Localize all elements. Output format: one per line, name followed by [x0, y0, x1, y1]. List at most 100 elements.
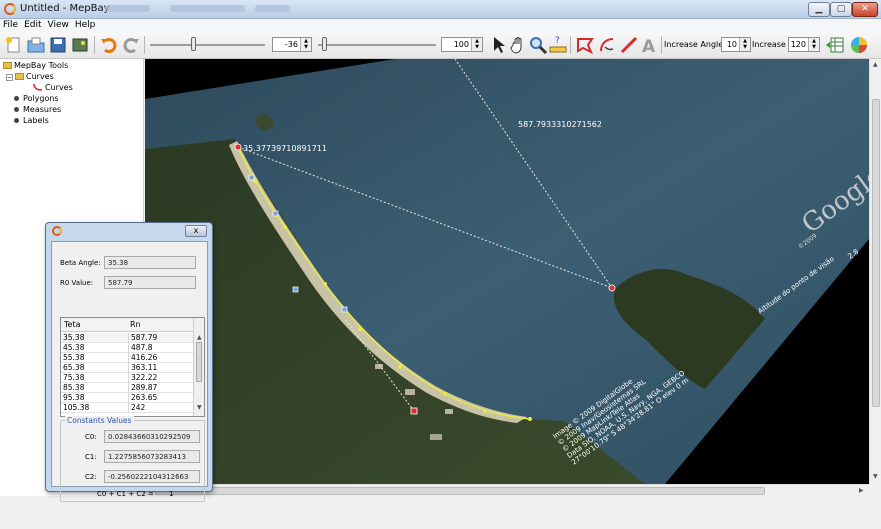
- map-vertical-scrollbar[interactable]: ▲ ▼: [869, 59, 881, 484]
- save-image-icon[interactable]: [70, 35, 90, 55]
- scrollbar-thumb[interactable]: [196, 342, 202, 382]
- scrollbar-thumb[interactable]: [872, 99, 880, 407]
- zoom-slider-track[interactable]: [318, 44, 436, 46]
- tree-item-curves[interactable]: Curves: [33, 83, 73, 92]
- scroll-down-icon[interactable]: ▼: [197, 404, 202, 411]
- table-row[interactable]: 75.38 322.22: [61, 373, 194, 383]
- cell-teta: 105.38: [63, 403, 90, 412]
- dialog-title-bar[interactable]: x: [46, 223, 212, 240]
- pointer-icon[interactable]: [488, 35, 508, 55]
- tree-node-curves-folder[interactable]: − Curves: [6, 72, 54, 81]
- stepper-arrows[interactable]: ▲ ▼: [808, 38, 819, 51]
- redo-icon[interactable]: [121, 35, 141, 55]
- menu-help[interactable]: Help: [72, 19, 99, 32]
- table-row[interactable]: 95.38 263.65: [61, 393, 194, 403]
- toolbar-separator: [144, 36, 145, 54]
- table-row[interactable]: 105.38 242: [61, 403, 194, 413]
- scroll-up-icon[interactable]: ▲: [197, 334, 202, 341]
- menu-view[interactable]: View: [45, 19, 72, 32]
- measure-ruler-icon[interactable]: ?: [548, 35, 568, 55]
- scroll-right-icon[interactable]: ▶: [859, 487, 864, 494]
- menu-file[interactable]: File: [0, 19, 21, 32]
- reference-point-marker[interactable]: [410, 407, 418, 415]
- curve-vertex[interactable]: [283, 225, 287, 229]
- zoom-magnifier-icon[interactable]: [528, 35, 548, 55]
- table-row[interactable]: 35.38 587.79: [61, 333, 194, 343]
- angle-stepper[interactable]: -36 ▲ ▼: [272, 37, 312, 52]
- curve-vertex[interactable]: [443, 392, 447, 396]
- stepper-arrows[interactable]: ▲ ▼: [471, 38, 482, 51]
- blurred-title-text: [105, 5, 150, 12]
- table-row[interactable]: 65.38 363.11: [61, 363, 194, 373]
- angle-slider-thumb[interactable]: [191, 37, 196, 51]
- c1-field: 1.2275856073283413: [104, 450, 200, 463]
- curve-vertex[interactable]: [323, 282, 327, 286]
- control-handle[interactable]: [248, 174, 255, 181]
- curve-vertex[interactable]: [398, 365, 402, 369]
- line-tool-icon[interactable]: [619, 35, 639, 55]
- tree-item-measures[interactable]: Measures: [14, 105, 61, 114]
- pan-hand-icon[interactable]: [508, 35, 528, 55]
- undo-icon[interactable]: [99, 35, 119, 55]
- collapse-toggle-icon[interactable]: −: [6, 74, 13, 81]
- color-picker-icon[interactable]: [849, 35, 869, 55]
- window-title: Untitled - MepBay: [20, 3, 110, 14]
- zoom-slider-thumb[interactable]: [322, 37, 327, 51]
- zoom-stepper[interactable]: 100 ▲ ▼: [441, 37, 483, 52]
- angle-slider-track[interactable]: [150, 44, 265, 46]
- folder-icon: [3, 62, 12, 69]
- control-handle[interactable]: [272, 210, 279, 217]
- curve-tool-icon[interactable]: [597, 35, 617, 55]
- blurred-title-text: [170, 5, 245, 12]
- menu-edit[interactable]: Edit: [21, 19, 44, 32]
- scroll-up-icon[interactable]: ▲: [873, 61, 878, 68]
- minimize-button[interactable]: ▁: [808, 2, 830, 17]
- export-table-icon[interactable]: [825, 35, 845, 55]
- text-label-icon[interactable]: A: [640, 35, 660, 55]
- tree-item-polygons[interactable]: Polygons: [14, 94, 59, 103]
- control-handle[interactable]: [341, 306, 348, 313]
- table-row[interactable]: 45.38 487.8: [61, 343, 194, 353]
- column-header-teta[interactable]: Teta: [64, 320, 81, 329]
- beta-angle-field: 35.38: [104, 256, 196, 269]
- maximize-button[interactable]: ▢: [830, 2, 852, 17]
- cell-rn: 242: [128, 403, 145, 413]
- center-point-marker[interactable]: [608, 284, 616, 292]
- table-row[interactable]: 85.38 289.87: [61, 383, 194, 393]
- stepper-arrows[interactable]: ▲ ▼: [300, 38, 311, 51]
- tree-item-labels[interactable]: Labels: [14, 116, 49, 125]
- close-button[interactable]: ✕: [852, 2, 878, 17]
- scroll-down-icon[interactable]: ▼: [873, 473, 878, 480]
- cell-rn: 322.22: [128, 373, 157, 383]
- curve-vertex[interactable]: [358, 327, 362, 331]
- map-horizontal-scrollbar[interactable]: ◀ ▶: [145, 484, 869, 496]
- cell-teta: 95.38: [63, 393, 85, 402]
- start-point-marker[interactable]: [234, 143, 242, 151]
- teta-rn-table[interactable]: Teta Rn 35.38 587.79 45.38 487.8 55.38 416.…: [60, 317, 205, 417]
- increase-angle-stepper[interactable]: 10 ▲ ▼: [721, 37, 751, 52]
- curve-vertex[interactable]: [528, 417, 532, 421]
- map-canvas[interactable]: 35.37739710891711 587.7933310271562 Goog…: [145, 59, 869, 484]
- increase-angle-label: Increase Angle: [664, 40, 724, 49]
- new-file-icon[interactable]: [4, 35, 24, 55]
- polygon-tool-icon[interactable]: [575, 35, 595, 55]
- tree-root[interactable]: MepBay Tools: [3, 61, 68, 70]
- table-row[interactable]: 55.38 416.26: [61, 353, 194, 363]
- angle-label: 35.37739710891711: [243, 144, 327, 153]
- bullet-icon: [14, 107, 19, 112]
- table-scrollbar[interactable]: ▲ ▼: [193, 318, 204, 416]
- control-handle[interactable]: [292, 286, 299, 293]
- curve-vertex[interactable]: [483, 409, 487, 413]
- tree-curves-folder-label: Curves: [26, 72, 54, 81]
- scrollbar-thumb[interactable]: [155, 487, 765, 495]
- save-icon[interactable]: [48, 35, 68, 55]
- increase-limit-stepper[interactable]: 120 ▲ ▼: [788, 37, 820, 52]
- dialog-close-button[interactable]: x: [185, 225, 207, 237]
- open-folder-icon[interactable]: [26, 35, 46, 55]
- beta-angle-label: Beta Angle:: [60, 259, 101, 267]
- column-header-rn[interactable]: Rn: [130, 320, 141, 329]
- cell-rn: 587.79: [128, 333, 157, 343]
- building: [405, 389, 415, 395]
- stepper-arrows[interactable]: ▲ ▼: [739, 38, 750, 51]
- satellite-map[interactable]: 35.37739710891711 587.7933310271562 Goog…: [145, 59, 869, 484]
